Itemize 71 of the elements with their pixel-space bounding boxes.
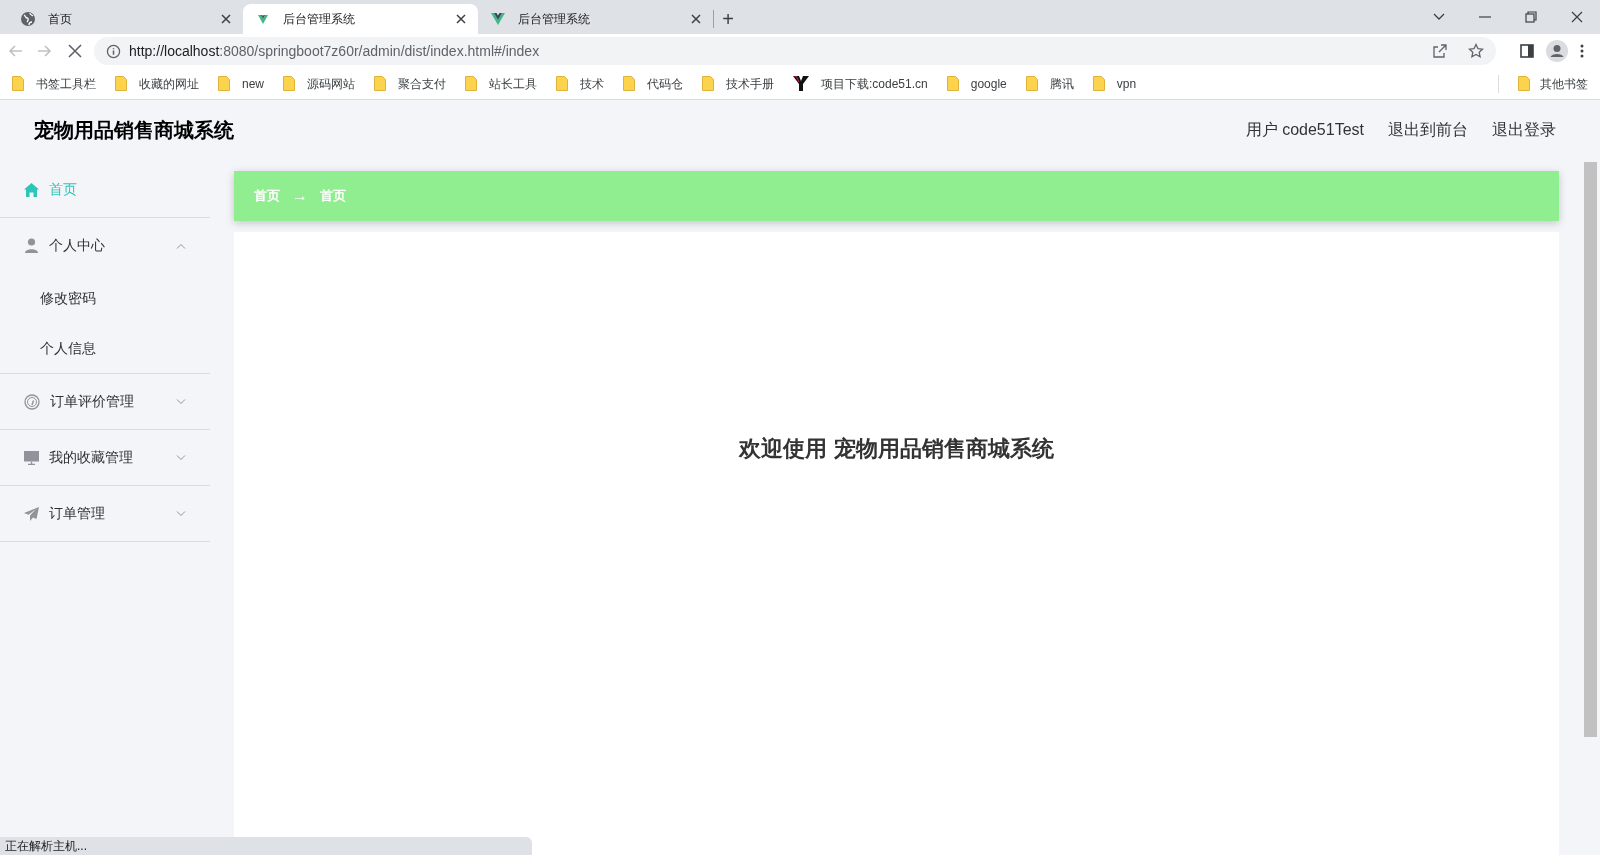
folder-icon (556, 76, 568, 91)
new-tab-button[interactable]: + (714, 4, 742, 34)
folder-icon (465, 76, 477, 91)
browser-tab[interactable]: 后台管理系统 (478, 4, 713, 34)
folder-icon (283, 76, 295, 91)
v-logo-icon (490, 11, 506, 27)
close-icon[interactable] (691, 14, 701, 24)
folder-icon (12, 76, 24, 91)
user-icon (24, 238, 39, 253)
chevron-down-icon (176, 510, 186, 517)
submenu-item[interactable]: 个人信息 (0, 323, 210, 373)
chevron-down-icon[interactable] (1433, 13, 1445, 21)
menu-item[interactable]: 我的收藏管理 (0, 430, 210, 485)
bookmark-item[interactable]: 腾讯 (1025, 74, 1074, 93)
chevron-down-icon (176, 398, 186, 405)
browser-tab[interactable]: 首页 (8, 4, 243, 34)
folder-icon (1025, 76, 1038, 91)
share-icon[interactable] (1432, 43, 1448, 59)
star-icon[interactable] (1468, 43, 1484, 59)
bookmark-item[interactable]: 技术手册 (702, 74, 774, 93)
stop-icon[interactable] (68, 44, 82, 58)
url-text: http://localhost:8080/springboot7z60r/admin/dist/index.html#/index (129, 41, 540, 61)
more-menu-icon[interactable] (1580, 44, 1584, 58)
menu-item[interactable]: 订单评价管理 (0, 374, 210, 429)
folder-icon (946, 76, 959, 91)
menu-item[interactable]: 个人中心 (0, 218, 210, 273)
home-icon (24, 182, 39, 197)
info-icon (106, 43, 121, 59)
bookmark-item[interactable]: 站长工具 (465, 74, 537, 93)
welcome-text: 欢迎使用 宠物用品销售商城系统 (739, 435, 1054, 462)
bookmark-item[interactable]: 源码网站 (283, 74, 355, 93)
bookmark-item[interactable]: 其他书签 (1518, 74, 1588, 93)
gauge-icon (24, 393, 40, 410)
bookmark-item[interactable]: 书签工具栏 (12, 74, 96, 93)
restore-icon[interactable] (1525, 11, 1537, 23)
status-bubble: 正在解析主机... (0, 837, 532, 855)
chevron-up-icon (176, 242, 186, 249)
user-name: 用户 code51Test (1245, 120, 1364, 140)
breadcrumb-separator: → (292, 186, 308, 206)
chevron-down-icon (176, 454, 186, 461)
folder-icon (1518, 76, 1530, 91)
bookmark-item[interactable]: new (218, 74, 264, 93)
header-link[interactable]: 退出到前台 (1388, 118, 1468, 142)
close-icon[interactable] (1571, 11, 1583, 23)
browser-tab[interactable]: 后台管理系统 (243, 4, 478, 34)
bookmark-item[interactable]: 聚合支付 (374, 74, 446, 93)
side-panel-icon[interactable] (1520, 44, 1534, 58)
bookmark-item[interactable]: 收藏的网址 (115, 74, 199, 93)
bookmark-item[interactable]: 代码仓 (623, 74, 683, 93)
close-icon[interactable] (456, 14, 466, 24)
close-icon[interactable] (221, 14, 231, 24)
globe-icon (20, 11, 36, 27)
header-link[interactable]: 退出登录 (1492, 118, 1556, 142)
folder-icon (218, 76, 230, 91)
folder-icon (702, 76, 714, 91)
bookmark-item[interactable]: 项目下载:code51.cn (793, 74, 928, 93)
menu-item[interactable]: 订单管理 (0, 486, 210, 541)
monitor-icon (24, 450, 39, 465)
bookmark-item[interactable]: google (946, 74, 1007, 93)
bookmark-item[interactable]: 技术 (556, 74, 604, 93)
avatar-icon[interactable] (1546, 40, 1568, 62)
folder-icon (1092, 76, 1105, 91)
bookmark-item[interactable]: vpn (1092, 74, 1137, 93)
paper-plane-icon (24, 506, 39, 521)
y-logo-icon (793, 76, 809, 91)
address-bar[interactable]: http://localhost:8080/springboot7z60r/admin/dist/index.html#/index (94, 37, 1496, 65)
folder-icon (374, 76, 386, 91)
folder-icon (623, 76, 635, 91)
folder-icon (115, 76, 127, 91)
submenu-item[interactable]: 修改密码 (0, 273, 210, 323)
site-title: 宠物用品销售商城系统 (34, 118, 234, 143)
